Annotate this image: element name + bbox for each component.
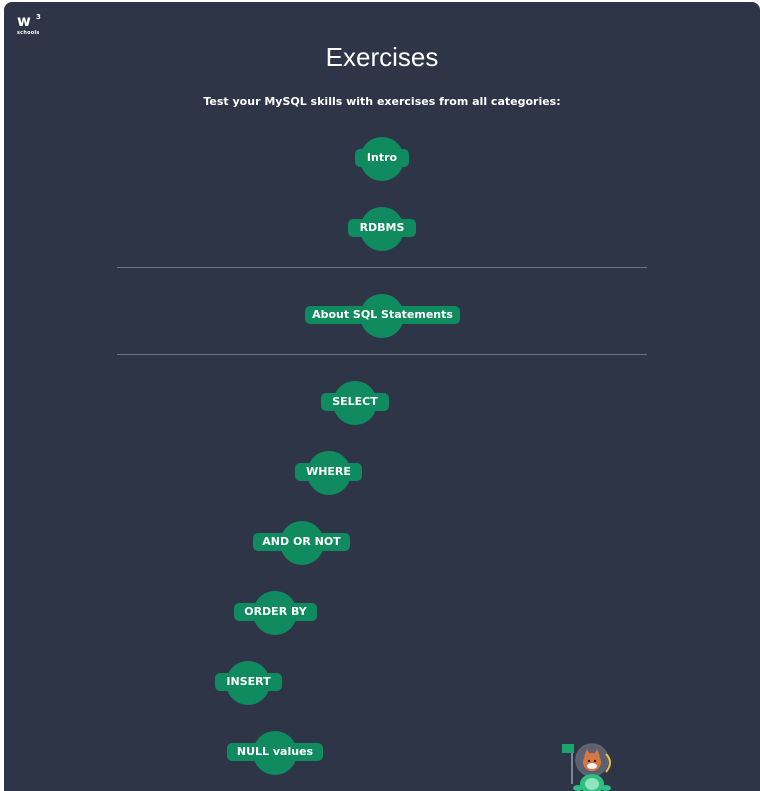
node-label[interactable]: INSERT	[215, 673, 282, 691]
node-label[interactable]: RDBMS	[348, 219, 416, 237]
node-label[interactable]: ORDER BY	[234, 603, 317, 621]
node-label[interactable]: SELECT	[321, 393, 389, 411]
w3schools-logo[interactable]: w 3 schools	[17, 12, 45, 40]
section-divider	[117, 354, 647, 355]
node-label[interactable]: AND OR NOT	[253, 533, 350, 551]
node-label[interactable]: Intro	[355, 149, 409, 167]
logo-superscript: 3	[36, 13, 41, 21]
page-subtitle: Test your MySQL skills with exercises fr…	[203, 95, 561, 108]
logo-text: schools	[17, 30, 40, 36]
page-title: Exercises	[325, 42, 439, 72]
node-label[interactable]: WHERE	[295, 463, 362, 481]
node-label[interactable]: About SQL Statements	[305, 306, 460, 324]
node-label[interactable]: NULL values	[227, 743, 323, 761]
mascot-astronaut-fox-icon	[562, 743, 611, 791]
exercises-panel: w 3 schools Exercises Test your MySQL sk…	[4, 2, 760, 791]
logo-letter: w	[17, 12, 31, 30]
section-divider	[117, 267, 647, 268]
